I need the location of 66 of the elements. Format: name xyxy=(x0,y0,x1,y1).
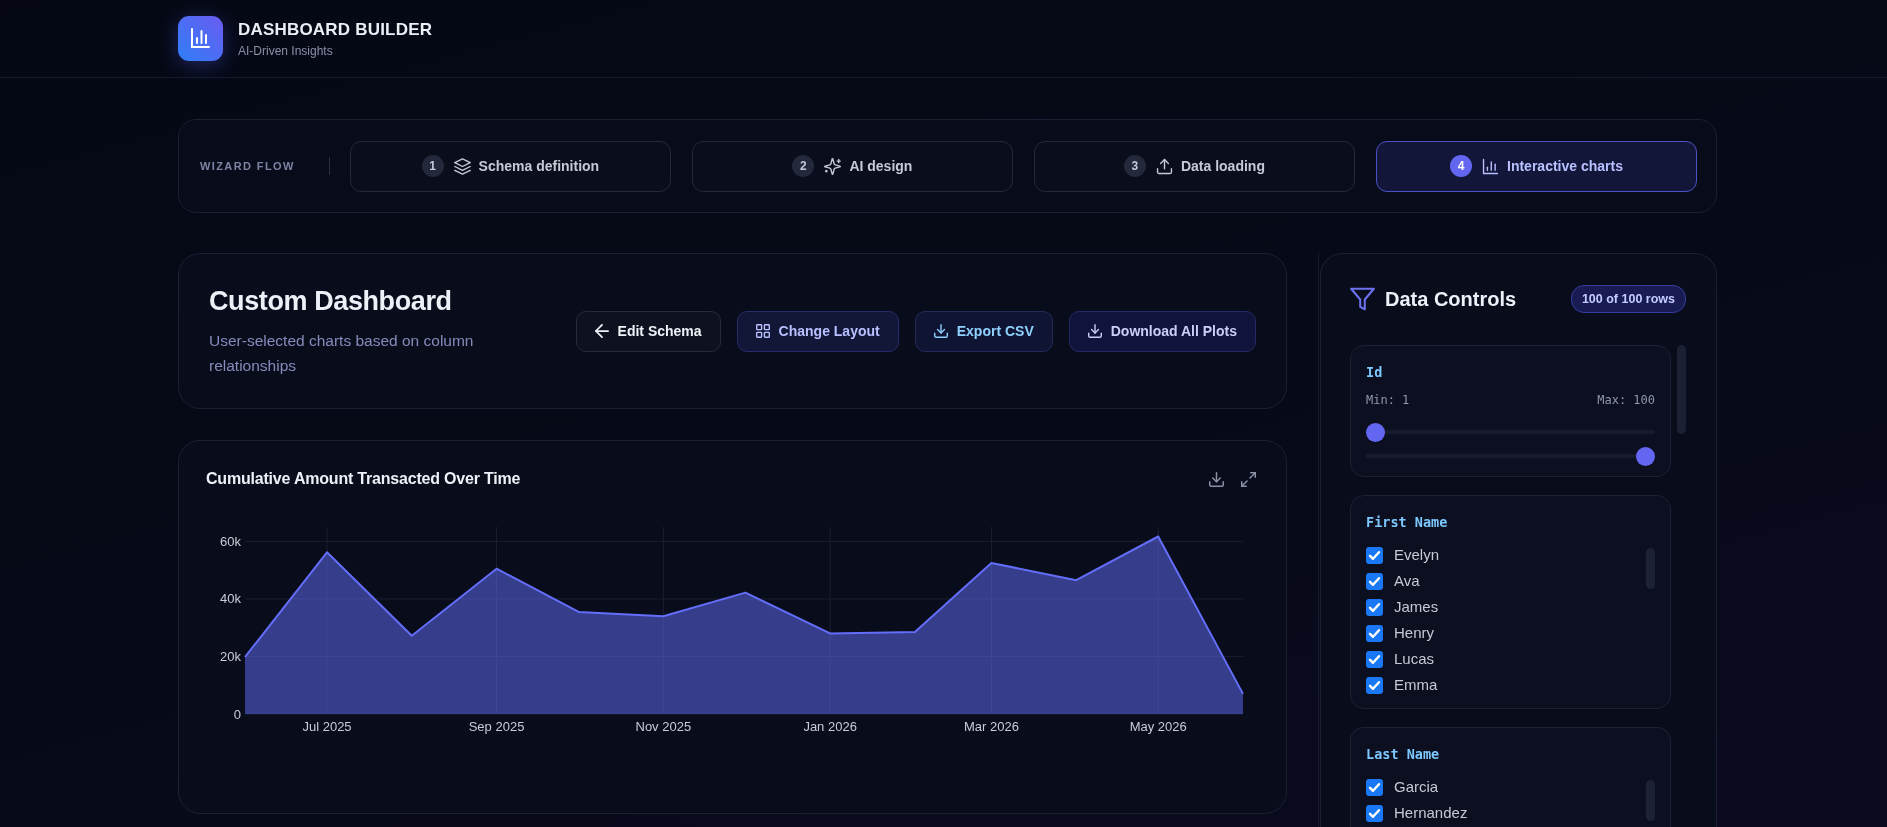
option-label: Henry xyxy=(1394,623,1434,643)
checkbox[interactable] xyxy=(1366,804,1383,822)
axis-tick-label: May 2026 xyxy=(1129,719,1187,734)
checkbox[interactable] xyxy=(1366,624,1383,642)
option-label: Evelyn xyxy=(1394,545,1440,565)
download-icon[interactable] xyxy=(1209,471,1224,487)
bar-chart-icon xyxy=(1482,157,1499,175)
change-layout-button[interactable]: Change Layout xyxy=(736,310,899,352)
option-label: Ava xyxy=(1394,571,1420,591)
download-icon xyxy=(1087,324,1102,338)
wizard-step[interactable]: 3 Data loading xyxy=(1033,140,1355,192)
step-number: 4 xyxy=(1450,155,1472,177)
checkbox[interactable] xyxy=(1366,676,1383,694)
wizard-step[interactable]: 1 Schema definition xyxy=(349,140,671,192)
expand-icon[interactable] xyxy=(1241,471,1256,487)
checkbox[interactable] xyxy=(1366,598,1383,616)
slider-thumb[interactable] xyxy=(1636,446,1655,466)
dashboard-subtitle: User-selected charts based on column relationships xyxy=(209,331,475,376)
wizard-step[interactable]: 2 AI design xyxy=(691,140,1013,192)
wizard-label: WIZARD FLOW xyxy=(200,160,295,172)
layers-icon xyxy=(453,157,471,175)
sparkles-icon xyxy=(824,157,842,175)
checkbox[interactable] xyxy=(1366,650,1383,668)
checkbox[interactable] xyxy=(1366,778,1383,796)
app-title: DASHBOARD BUILDER xyxy=(238,18,433,40)
download-icon xyxy=(933,324,948,338)
arrow-left-icon xyxy=(594,324,609,338)
chart-title: Cumulative Amount Transacted Over Time xyxy=(206,470,521,488)
upload-icon xyxy=(1155,157,1173,175)
step-number: 2 xyxy=(792,155,815,177)
grid-icon xyxy=(755,324,770,338)
slider-thumb[interactable] xyxy=(1366,422,1385,442)
min-label: Min: 1 xyxy=(1366,392,1410,408)
option-label: Emma xyxy=(1394,675,1438,695)
step-number: 1 xyxy=(421,155,444,177)
app-subtitle: AI-Driven Insights xyxy=(238,42,334,59)
option-label: Hernandez xyxy=(1394,803,1468,823)
option-label: James xyxy=(1394,597,1439,617)
axis-tick-label: 20k xyxy=(220,648,241,664)
axis-tick-label: 0 xyxy=(233,706,241,722)
row-count-badge: 100 of 100 rows xyxy=(1570,285,1686,313)
axis-tick-label: Sep 2025 xyxy=(468,719,525,734)
filter-column-name: Id xyxy=(1366,363,1384,382)
axis-tick-label: Jan 2026 xyxy=(803,719,857,734)
option-label: Garcia xyxy=(1394,777,1439,797)
wizard-step[interactable]: 4 Interactive charts xyxy=(1375,140,1697,192)
filter-icon xyxy=(1350,287,1375,311)
filter-column-name: Last Name xyxy=(1366,745,1441,764)
panel-title: Data Controls xyxy=(1385,287,1517,311)
dashboard-title: Custom Dashboard xyxy=(209,285,452,318)
download-plots-button[interactable]: Download All Plots xyxy=(1068,310,1256,352)
bar-chart-icon xyxy=(178,16,223,61)
filter-column-name: First Name xyxy=(1366,513,1449,532)
axis-tick-label: Nov 2025 xyxy=(635,719,692,734)
checkbox[interactable] xyxy=(1366,572,1383,590)
axis-tick-label: 40k xyxy=(220,591,241,607)
max-label: Max: 100 xyxy=(1597,392,1655,408)
step-number: 3 xyxy=(1123,155,1146,177)
option-label: Lucas xyxy=(1394,649,1435,669)
axis-tick-label: Mar 2026 xyxy=(964,719,1019,734)
export-csv-button[interactable]: Export CSV xyxy=(914,310,1053,352)
axis-tick-label: 60k xyxy=(220,533,241,549)
axis-tick-label: Jul 2025 xyxy=(302,719,352,734)
edit-schema-button[interactable]: Edit Schema xyxy=(575,310,721,352)
scrollbar-thumb[interactable] xyxy=(1677,345,1686,434)
checkbox[interactable] xyxy=(1366,546,1383,564)
